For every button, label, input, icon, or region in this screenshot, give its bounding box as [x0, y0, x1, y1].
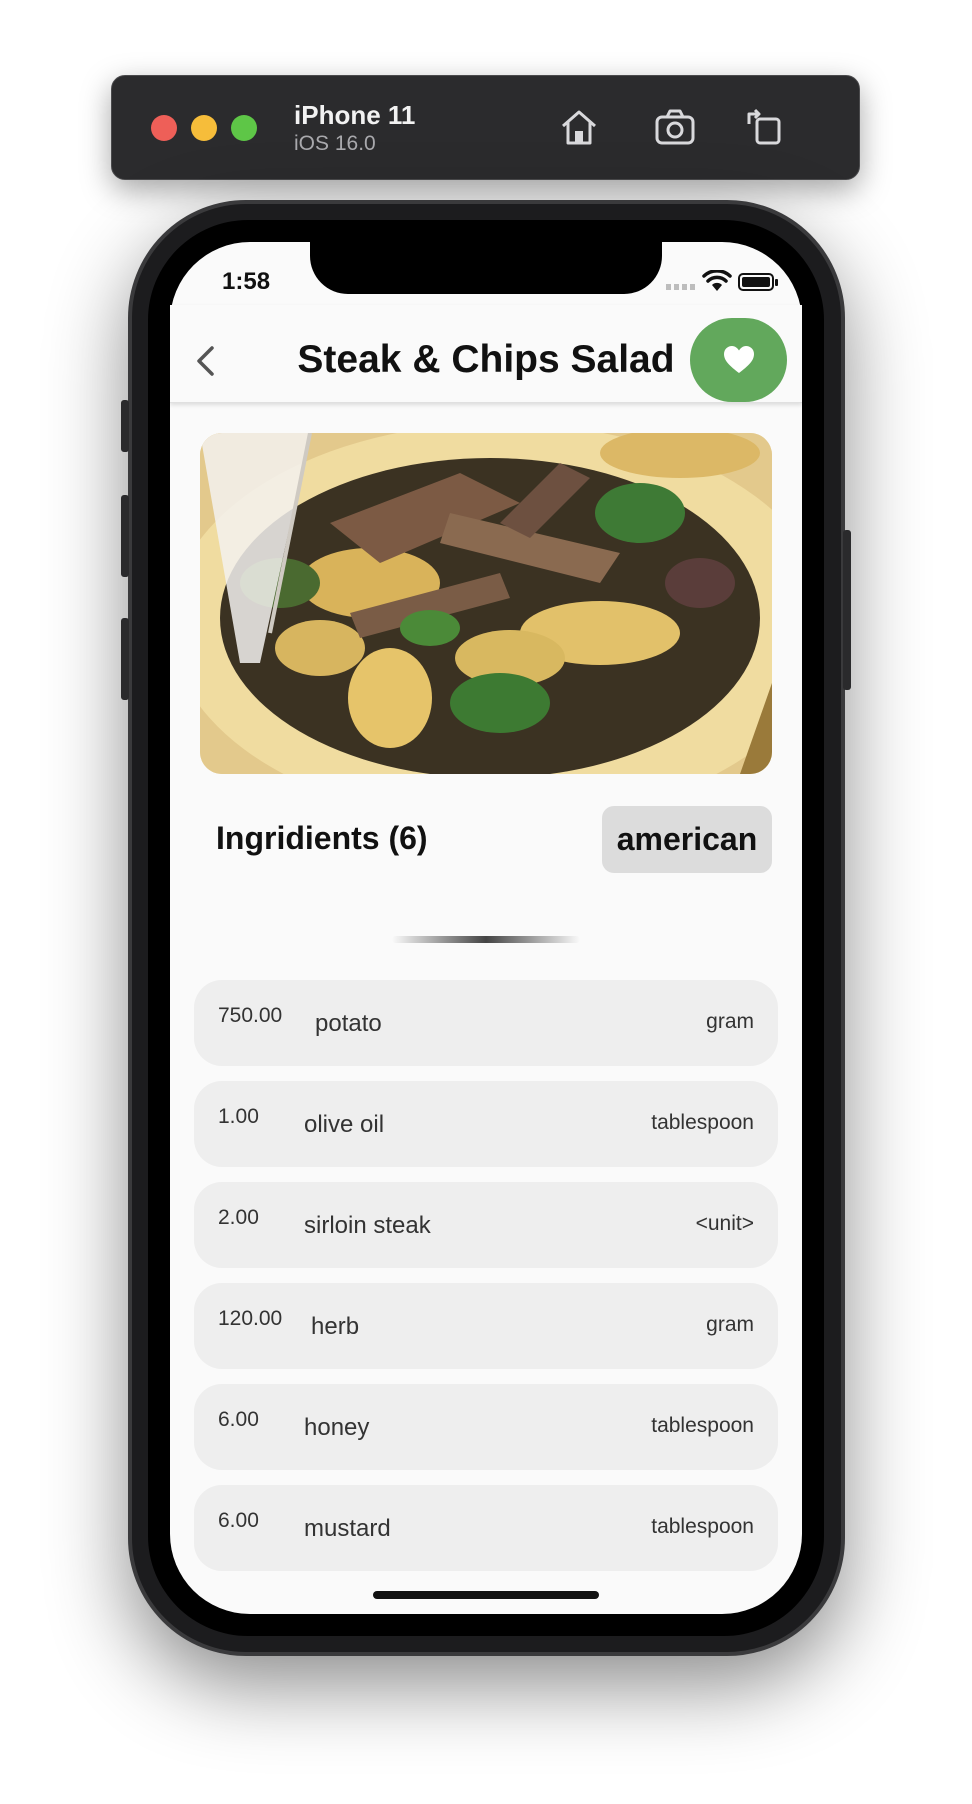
ingredient-quantity: 6.00 — [218, 1509, 259, 1532]
drag-handle[interactable] — [392, 936, 580, 943]
home-indicator[interactable] — [373, 1591, 599, 1599]
back-button[interactable] — [188, 336, 224, 386]
power-button — [843, 530, 851, 690]
ingredient-quantity: 120.00 — [218, 1307, 283, 1330]
chevron-left-icon — [197, 346, 214, 376]
ingredient-row[interactable]: 1.00 olive oil tablespoon — [194, 1081, 778, 1167]
heart-icon — [723, 346, 754, 373]
signal-icon — [666, 284, 696, 290]
notch — [310, 242, 662, 294]
ingredient-name: honey — [304, 1414, 370, 1441]
ingredient-unit: gram — [706, 1313, 754, 1336]
close-window-button[interactable] — [151, 115, 177, 141]
ingredient-unit: gram — [706, 1010, 754, 1033]
volume-down-button — [121, 618, 129, 700]
home-icon[interactable] — [556, 104, 602, 150]
favorite-button[interactable] — [690, 318, 787, 402]
os-version: iOS 16.0 — [294, 132, 376, 155]
battery-icon — [738, 273, 774, 291]
rotate-icon[interactable] — [741, 104, 787, 150]
device-name: iPhone 11 — [294, 100, 416, 130]
cuisine-chip[interactable]: american — [602, 806, 772, 873]
ingredient-row[interactable]: 750.00 potato gram — [194, 980, 778, 1066]
ingredient-name: herb — [311, 1313, 360, 1340]
wifi-icon — [702, 269, 732, 292]
ingredient-unit: tablespoon — [651, 1414, 754, 1437]
ingredient-unit: tablespoon — [651, 1515, 754, 1538]
status-icons — [666, 269, 778, 294]
recipe-photo — [200, 433, 772, 774]
ingredient-row[interactable]: 6.00 mustard tablespoon — [194, 1485, 778, 1571]
ingredient-name: mustard — [304, 1515, 391, 1542]
volume-up-button — [121, 495, 129, 577]
ingredient-quantity: 6.00 — [218, 1408, 259, 1431]
simulator-stage: iPhone 11 iOS 16.0 1:58 Steak & Chips Sa… — [0, 0, 972, 1804]
minimize-window-button[interactable] — [191, 115, 217, 141]
ingredient-row[interactable]: 120.00 herb gram — [194, 1283, 778, 1369]
ingredient-name: olive oil — [304, 1111, 385, 1138]
zoom-window-button[interactable] — [231, 115, 257, 141]
ingredient-name: potato — [315, 1010, 382, 1037]
screenshot-icon[interactable] — [652, 104, 698, 150]
mute-switch — [121, 400, 129, 452]
ingredient-quantity: 1.00 — [218, 1105, 259, 1128]
ingredient-unit: tablespoon — [651, 1111, 754, 1134]
ingredient-row[interactable]: 6.00 honey tablespoon — [194, 1384, 778, 1470]
ingredients-heading: Ingridients (6) — [216, 820, 428, 856]
ingredient-quantity: 750.00 — [218, 1004, 283, 1027]
ingredient-unit: <unit> — [695, 1212, 754, 1235]
status-time: 1:58 — [222, 268, 271, 295]
ingredient-quantity: 2.00 — [218, 1206, 259, 1229]
ingredient-row[interactable]: 2.00 sirloin steak <unit> — [194, 1182, 778, 1268]
ingredient-name: sirloin steak — [304, 1212, 431, 1239]
